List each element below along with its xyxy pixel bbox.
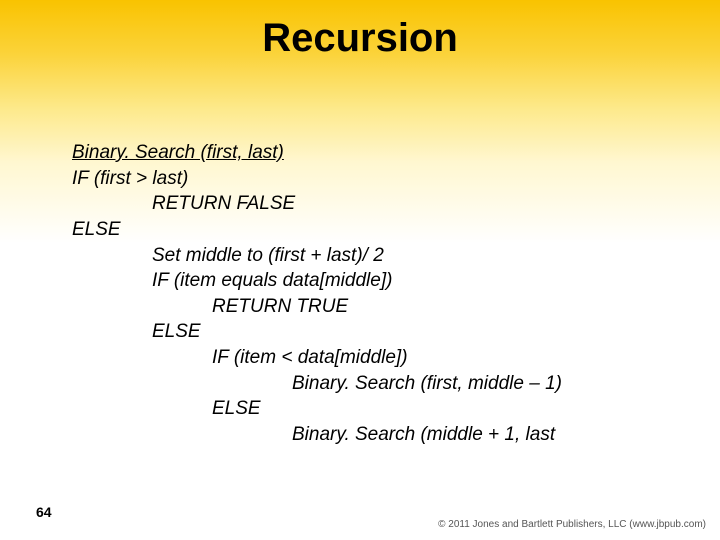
slide-title: Recursion (0, 16, 720, 61)
slide: Recursion Binary. Search (first, last) I… (0, 0, 720, 540)
pseudo-line-2: IF (first > last) (72, 166, 680, 192)
pseudo-line-8: ELSE (72, 319, 680, 345)
copyright-text: © 2011 Jones and Bartlett Publishers, LL… (438, 519, 706, 530)
pseudo-line-5: Set middle to (first + last)/ 2 (72, 243, 680, 269)
page-number: 64 (36, 504, 52, 520)
pseudo-line-3: RETURN FALSE (72, 191, 680, 217)
pseudo-line-10: Binary. Search (first, middle – 1) (72, 371, 680, 397)
pseudo-line-12: Binary. Search (middle + 1, last (72, 422, 680, 448)
pseudo-line-11: ELSE (72, 396, 680, 422)
pseudo-line-6: IF (item equals data[middle]) (72, 268, 680, 294)
slide-body: Binary. Search (first, last) IF (first >… (72, 140, 680, 448)
pseudo-line-9: IF (item < data[middle]) (72, 345, 680, 371)
pseudo-line-7: RETURN TRUE (72, 294, 680, 320)
pseudo-line-4: ELSE (72, 217, 680, 243)
pseudo-line-1: Binary. Search (first, last) (72, 140, 680, 166)
